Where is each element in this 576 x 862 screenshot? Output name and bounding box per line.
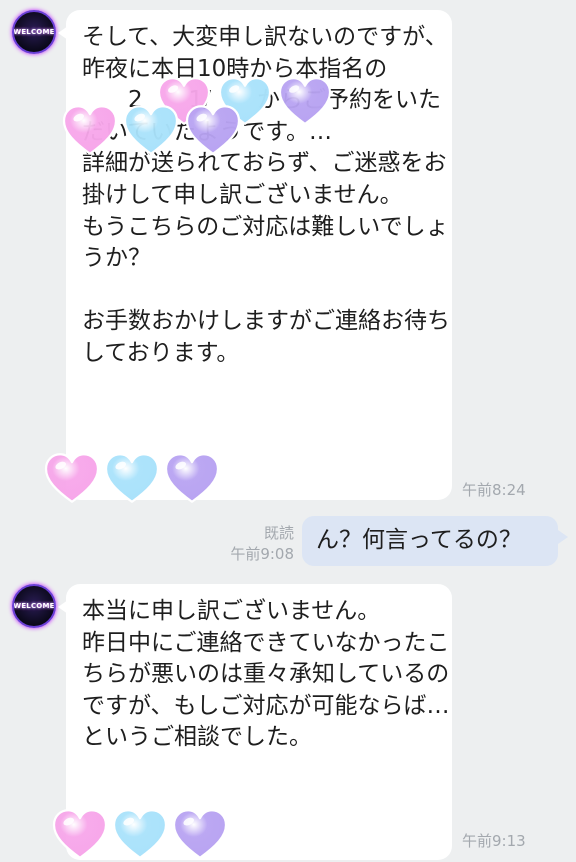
heart-icon <box>102 452 162 504</box>
read-receipt: 既読 <box>263 524 294 542</box>
heart-icon <box>60 104 120 156</box>
heart-icon <box>183 104 243 156</box>
heart-icon <box>42 452 102 504</box>
heart-icon <box>170 808 230 860</box>
heart-icon <box>50 808 110 860</box>
message-text: ん？何言ってるの？ <box>316 527 522 553</box>
message-text: 本当に申し訳ございません。 昨日中にご連絡できていなかったこちらが悪いのは重々承… <box>82 598 450 751</box>
avatar-text: WELCOME <box>13 28 55 36</box>
avatar-text: WELCOME <box>13 602 55 610</box>
message-time: 午前8:24 <box>462 481 526 499</box>
heart-icon <box>162 452 222 504</box>
message-time: 午前9:08 <box>230 545 294 563</box>
message-bubble-outgoing[interactable]: ん？何言ってるの？ <box>302 516 558 566</box>
heart-icon <box>110 808 170 860</box>
avatar[interactable]: WELCOME <box>12 10 56 54</box>
heart-icon <box>276 76 334 126</box>
heart-icon <box>121 104 181 156</box>
message-text: そして、大変申し訳ないのですが、昨夜に本日10時から本指名の 2 1/ からご予… <box>82 24 450 366</box>
message-time: 午前9:13 <box>462 832 526 850</box>
bubble-tail <box>558 530 568 544</box>
avatar[interactable]: WELCOME <box>12 584 56 628</box>
